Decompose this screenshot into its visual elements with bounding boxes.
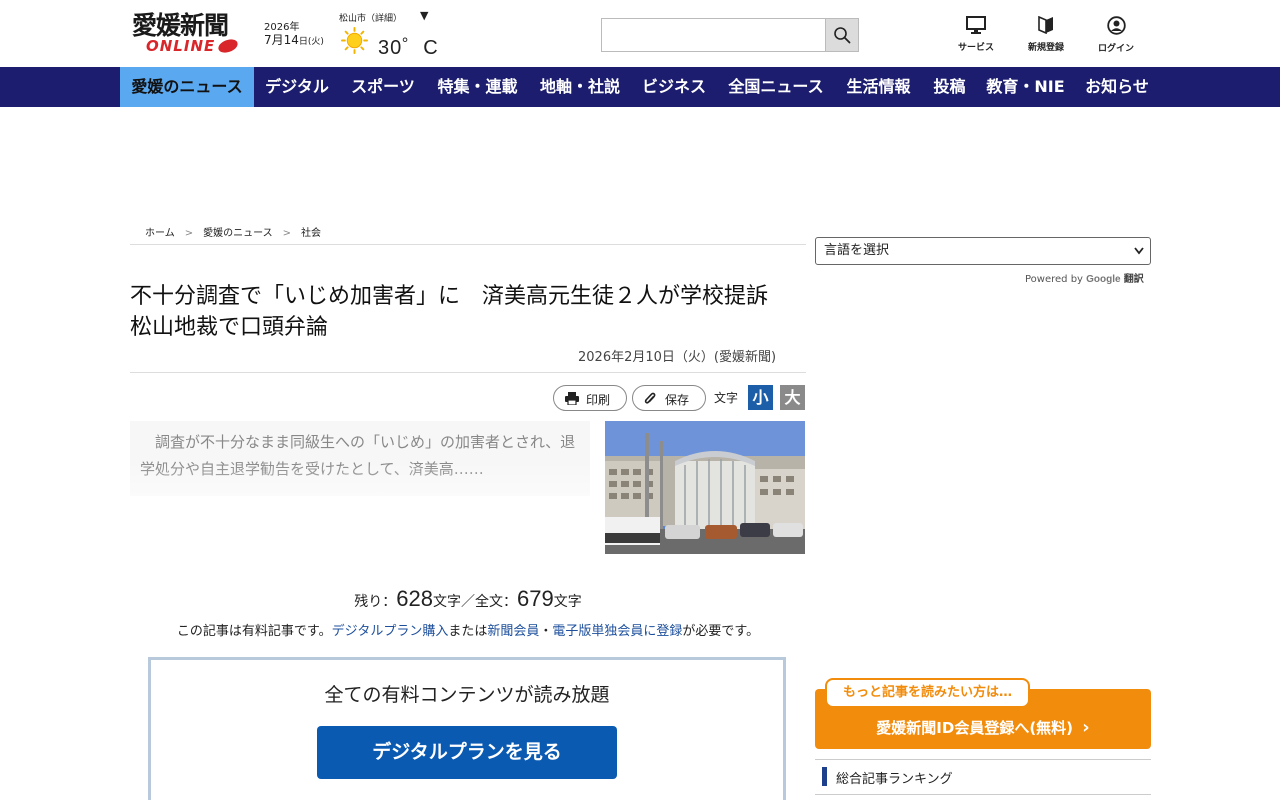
service-label: サービス xyxy=(957,43,994,53)
nav-features[interactable]: 特集・連載 xyxy=(426,67,529,107)
nav-ehime-news[interactable]: 愛媛のニュース xyxy=(120,67,254,107)
breadcrumb-society[interactable]: 社会 xyxy=(301,228,321,239)
logo-sub-text: ONLINE xyxy=(146,37,216,55)
print-label: 印刷 xyxy=(586,393,611,407)
article-title: 不十分調査で「いじめ加害者」に 済美高元生徒２人が学校提訴 松山地裁で口頭弁論 xyxy=(130,284,791,340)
notice-prefix: この記事は有料記事です。 xyxy=(176,624,332,639)
remaining-count: 628 xyxy=(396,586,433,611)
nav-digital[interactable]: デジタル xyxy=(254,67,340,107)
powered-by-google[interactable]: Powered by Google 翻訳 xyxy=(1025,270,1144,285)
temperature: 30゜C xyxy=(378,37,439,59)
digital-member-register-link[interactable]: 電子版単独会員に登録 xyxy=(552,624,682,639)
register-label: 新規登録 xyxy=(1027,43,1064,53)
paywall-notice: この記事は有料記事です。デジタルプラン購入または新聞会員・電子版単独会員に登録が… xyxy=(130,620,806,639)
register-cta-label: 愛媛新聞ID会員登録へ(無料) xyxy=(876,719,1074,737)
site-header: 愛媛新聞 ONLINE 2026年 7月14日(火) 松山市（詳細） ▼ 30゜… xyxy=(0,0,1280,67)
chevron-right-icon: › xyxy=(1082,717,1090,738)
breadcrumb-sep: > xyxy=(184,228,194,239)
nav-submissions[interactable]: 投稿 xyxy=(922,67,977,107)
nav-business[interactable]: ビジネス xyxy=(631,67,717,107)
excerpt-fade xyxy=(130,462,590,496)
search-input[interactable] xyxy=(602,19,826,51)
ranking-divider-bottom xyxy=(815,794,1151,795)
register-tagline: もっと記事を読みたい方は… xyxy=(825,678,1030,708)
printer-icon xyxy=(565,392,579,405)
notice-suffix: が必要です。 xyxy=(682,624,760,639)
nav-national-news[interactable]: 全国ニュース xyxy=(717,67,835,107)
save-button[interactable]: 保存 xyxy=(632,385,706,411)
logo-main-text: 愛媛新聞 xyxy=(132,11,229,40)
google-logo: Google xyxy=(1086,274,1121,285)
register-cta[interactable]: 愛媛新聞ID会員登録へ(無料) › xyxy=(815,717,1151,738)
plan-promo-box: 全ての有料コンテンツが読み放題 デジタルプランを見る xyxy=(148,657,786,800)
nav-life-info[interactable]: 生活情報 xyxy=(835,67,922,107)
plan-title: 全ての有料コンテンツが読み放題 xyxy=(324,684,610,706)
notice-dot: ・ xyxy=(539,624,553,639)
search-box xyxy=(601,18,859,52)
paperclip-icon xyxy=(644,392,656,404)
nav-sports[interactable]: スポーツ xyxy=(340,67,426,107)
breadcrumb-ehime-news[interactable]: 愛媛のニュース xyxy=(203,228,273,239)
beginner-mark-icon xyxy=(1038,16,1053,34)
font-small-button[interactable]: 小 xyxy=(748,385,773,410)
save-label: 保存 xyxy=(665,393,690,407)
remaining-prefix: 残り： xyxy=(354,594,397,610)
service-button[interactable]: サービス xyxy=(946,16,1006,53)
main-nav: 愛媛のニュース デジタル スポーツ 特集・連載 地軸・社説 ビジネス 全国ニュー… xyxy=(0,67,1280,107)
article-photo[interactable] xyxy=(605,421,805,554)
weather-location[interactable]: 松山市（詳細） xyxy=(339,11,402,24)
date-month-day: 7月14日(火) xyxy=(264,34,324,49)
chevron-down-icon xyxy=(1134,238,1144,274)
sun-icon xyxy=(341,27,368,54)
ranking-divider-top xyxy=(815,759,1151,760)
print-button[interactable]: 印刷 xyxy=(553,385,627,411)
title-divider xyxy=(130,372,806,373)
ranking-title: 総合記事ランキング xyxy=(836,772,953,787)
translate-label: 翻訳 xyxy=(1123,274,1144,285)
login-label: ログイン xyxy=(1097,44,1134,54)
register-button[interactable]: 新規登録 xyxy=(1016,16,1076,53)
site-logo[interactable]: 愛媛新聞 ONLINE xyxy=(132,12,250,56)
login-button[interactable]: ログイン xyxy=(1086,16,1146,54)
newspaper-member-link[interactable]: 新聞会員 xyxy=(487,624,539,639)
search-icon xyxy=(834,27,851,44)
language-select-value: 言語を選択 xyxy=(824,243,890,258)
weather-toggle[interactable]: ▼ xyxy=(420,9,428,22)
nav-education[interactable]: 教育・NIE xyxy=(977,67,1074,107)
date-weekday: 日(火) xyxy=(298,37,324,47)
breadcrumb-divider xyxy=(130,244,806,245)
nav-editorial[interactable]: 地軸・社説 xyxy=(529,67,631,107)
date-md: 7月14 xyxy=(264,33,299,47)
ranking-accent-bar xyxy=(822,767,827,786)
nav-notices[interactable]: お知らせ xyxy=(1074,67,1160,107)
today-date: 2026年 7月14日(火) xyxy=(264,21,324,49)
font-large-button[interactable]: 大 xyxy=(780,385,805,410)
article-date: 2026年2月10日（火）(愛媛新聞) xyxy=(578,350,777,365)
breadcrumb: ホーム > 愛媛のニュース > 社会 xyxy=(145,224,321,239)
breadcrumb-home[interactable]: ホーム xyxy=(145,228,175,239)
font-size-label: 文字 xyxy=(714,391,739,405)
digital-plan-link[interactable]: デジタルプラン購入 xyxy=(332,624,449,639)
monitor-icon xyxy=(966,16,986,34)
powered-by-label: Powered by xyxy=(1025,274,1083,285)
breadcrumb-sep: > xyxy=(282,228,291,239)
search-button[interactable] xyxy=(825,19,858,51)
remaining-suffix: 文字 xyxy=(553,594,582,610)
remaining-characters: 残り：628文字／全文：679文字 xyxy=(130,586,806,612)
total-count: 679 xyxy=(517,586,554,611)
user-icon xyxy=(1106,16,1126,35)
remaining-mid: 文字／全文： xyxy=(433,594,517,610)
language-select[interactable]: 言語を選択 xyxy=(815,237,1151,265)
view-digital-plan-button[interactable]: デジタルプランを見る xyxy=(317,726,617,779)
notice-mid: または xyxy=(448,624,488,639)
